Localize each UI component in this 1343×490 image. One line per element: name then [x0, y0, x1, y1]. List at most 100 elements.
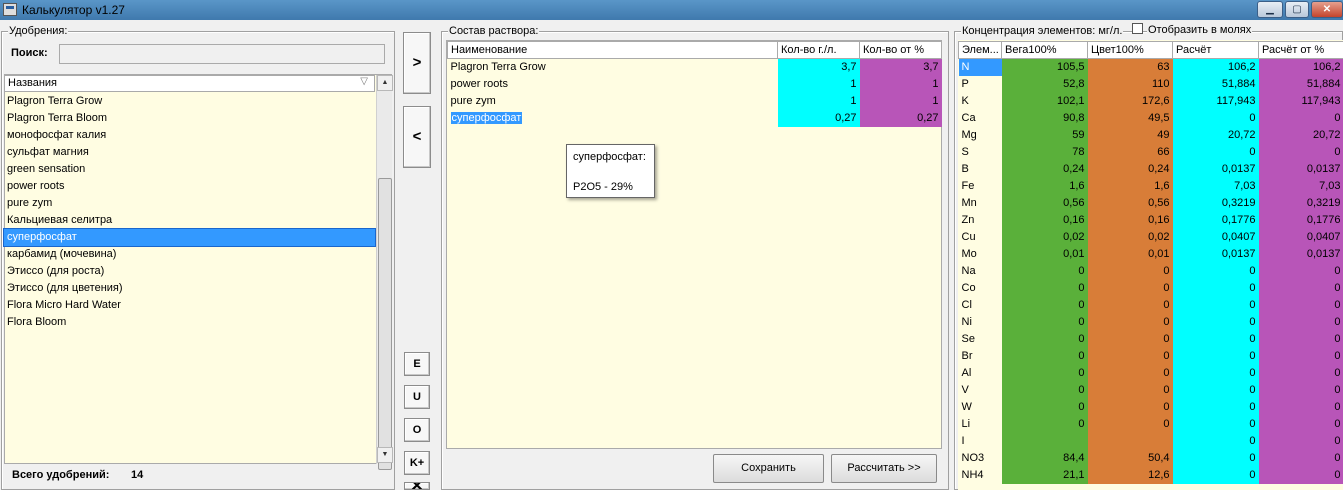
conc-calc-cell[interactable]: 0: [1172, 432, 1259, 450]
conc-vega-cell[interactable]: 0: [1001, 398, 1088, 416]
table-row[interactable]: V0000: [959, 381, 1343, 399]
conc-vega-cell[interactable]: 105,5: [1001, 58, 1088, 76]
search-input[interactable]: [59, 44, 385, 64]
conc-vega-cell[interactable]: 0: [1001, 313, 1088, 331]
conc-element-cell[interactable]: Mn: [959, 195, 1002, 212]
table-row[interactable]: Al 0 0 0 0: [959, 364, 1343, 382]
conc-element-cell[interactable]: Br: [959, 348, 1002, 365]
conc-vega-cell[interactable]: 59: [1001, 126, 1088, 144]
conc-tsvet-cell[interactable]: 0: [1087, 262, 1173, 280]
conc-calc-cell[interactable]: 0: [1172, 313, 1259, 331]
conc-calc-cell[interactable]: 0: [1172, 296, 1259, 314]
conc-element-cell[interactable]: P: [959, 76, 1002, 93]
conc-tsvet-cell[interactable]: 49,5: [1087, 109, 1173, 127]
conc-vega-cell[interactable]: 78: [1001, 143, 1088, 161]
conc-calc-pct-cell[interactable]: 117,943: [1258, 92, 1343, 110]
conc-vega-cell[interactable]: 21,1: [1001, 466, 1088, 484]
conc-element-cell[interactable]: Li: [959, 416, 1002, 433]
table-row[interactable]: N 105,5 63 106,2 106,2: [958, 58, 1343, 76]
scroll-down-icon[interactable]: ▼: [377, 447, 393, 463]
list-item[interactable]: green sensation: [4, 161, 375, 178]
conc-vega-cell[interactable]: 0,16: [1001, 211, 1088, 229]
remove-from-solution-button[interactable]: <: [403, 106, 431, 168]
o-button[interactable]: O: [404, 418, 430, 442]
conc-tsvet-cell[interactable]: 66: [1087, 143, 1173, 161]
conc-element-cell[interactable]: Ca: [959, 110, 1002, 127]
conc-calc-pct-cell[interactable]: 0,1776: [1258, 211, 1343, 229]
table-row[interactable]: NH4 21,1 12,6 0 0: [959, 466, 1343, 484]
solution-name-cell[interactable]: Plagron Terra Grow: [448, 59, 778, 76]
moles-checkbox[interactable]: [1132, 23, 1143, 34]
table-row[interactable]: B 0,24 0,24 0,0137 0,0137: [959, 160, 1343, 178]
fertilizer-list-scrollbar[interactable]: ▲ ▼: [376, 75, 393, 470]
table-row[interactable]: Cl 0 0 0 0: [959, 296, 1343, 314]
table-row[interactable]: Mn 0,56 0,56 0,3219 0,3219: [959, 194, 1343, 212]
conc-calc-pct-cell[interactable]: 7,03: [1258, 177, 1343, 195]
conc-calc-cell[interactable]: 0,1776: [1172, 211, 1259, 229]
scroll-thumb[interactable]: [378, 178, 392, 470]
conc-calc-cell[interactable]: 117,943: [1172, 92, 1259, 110]
conc-tsvet-cell[interactable]: 0,24: [1087, 160, 1173, 178]
conc-element-cell[interactable]: K: [959, 93, 1002, 110]
conc-vega-cell[interactable]: 0,01: [1001, 245, 1088, 263]
conc-element-cell[interactable]: V: [959, 382, 1002, 399]
conc-vega-cell[interactable]: 0: [1001, 415, 1088, 433]
conc-calc-pct-cell[interactable]: 0: [1258, 296, 1343, 314]
table-row[interactable]: Cu 0,02 0,02 0,0407 0,0407: [959, 228, 1343, 246]
list-header[interactable]: Названия ▽: [4, 75, 375, 92]
conc-element-cell[interactable]: Co: [959, 280, 1002, 297]
conc-calc-cell[interactable]: 51,884: [1172, 75, 1259, 93]
conc-vega-cell[interactable]: 0: [1001, 364, 1088, 382]
table-row[interactable]: I 00: [959, 432, 1343, 450]
conc-element-cell[interactable]: Mo: [959, 246, 1002, 263]
solution-qty-cell[interactable]: 1: [777, 75, 860, 93]
table-row[interactable]: Mg 59 49 20,72 20,72: [959, 126, 1343, 144]
conc-calc-cell[interactable]: 20,72: [1172, 126, 1259, 144]
minimize-button[interactable]: ▁: [1257, 1, 1283, 18]
conc-header-calc[interactable]: Расчёт: [1172, 41, 1259, 59]
conc-element-cell[interactable]: Zn: [959, 212, 1002, 229]
conc-calc-pct-cell[interactable]: 0: [1258, 398, 1343, 416]
list-item[interactable]: сульфат магния: [4, 144, 375, 161]
conc-vega-cell[interactable]: 0: [1001, 330, 1088, 348]
table-row[interactable]: power roots 1 1: [448, 75, 942, 93]
conc-tsvet-cell[interactable]: 50,4: [1087, 449, 1173, 467]
table-row[interactable]: NO3 84,4 50,4 0 0: [959, 449, 1343, 467]
close-button[interactable]: ✕: [1311, 1, 1343, 18]
table-row[interactable]: pure zym 1 1: [448, 92, 942, 110]
table-row[interactable]: Zn 0,16 0,16 0,1776 0,1776: [959, 211, 1343, 229]
conc-vega-cell[interactable]: 0,02: [1001, 228, 1088, 246]
conc-element-cell[interactable]: B: [959, 161, 1002, 178]
conc-vega-cell[interactable]: 84,4: [1001, 449, 1088, 467]
conc-tsvet-cell[interactable]: 0: [1087, 381, 1173, 399]
conc-vega-cell[interactable]: [1001, 432, 1088, 450]
table-row[interactable]: Ni 0 0 0 0: [959, 313, 1343, 331]
solution-qty-cell[interactable]: 3,7: [777, 58, 860, 76]
conc-tsvet-cell[interactable]: 0,16: [1087, 211, 1173, 229]
conc-vega-cell[interactable]: 0: [1001, 279, 1088, 297]
conc-tsvet-cell[interactable]: 0: [1087, 415, 1173, 433]
conc-calc-pct-cell[interactable]: 0,3219: [1258, 194, 1343, 212]
list-item[interactable]: Этиссо (для цветения): [4, 280, 375, 297]
conc-calc-cell[interactable]: 0,3219: [1172, 194, 1259, 212]
conc-tsvet-cell[interactable]: 0,01: [1087, 245, 1173, 263]
conc-calc-pct-cell[interactable]: 51,884: [1258, 75, 1343, 93]
solution-pct-cell[interactable]: 1: [859, 75, 942, 93]
k-plus-button[interactable]: K+: [404, 451, 430, 475]
conc-calc-cell[interactable]: 0: [1172, 449, 1259, 467]
table-row[interactable]: P 52,8 110 51,884 51,884: [959, 75, 1343, 93]
conc-element-cell[interactable]: Ni: [959, 314, 1002, 331]
conc-element-cell[interactable]: W: [959, 399, 1002, 416]
conc-vega-cell[interactable]: 1,6: [1001, 177, 1088, 195]
solution-header-pct[interactable]: Кол-во от %: [859, 41, 942, 59]
e-button[interactable]: E: [404, 352, 430, 376]
conc-calc-cell[interactable]: 0,0137: [1172, 245, 1259, 263]
conc-calc-cell[interactable]: 0: [1172, 415, 1259, 433]
table-row[interactable]: Ca 90,8 49,5 0 0: [959, 109, 1343, 127]
conc-vega-cell[interactable]: 102,1: [1001, 92, 1088, 110]
table-row[interactable]: K 102,1 172,6 117,943 117,943: [959, 92, 1343, 110]
conc-calc-pct-cell[interactable]: 0: [1258, 347, 1343, 365]
solution-name-cell[interactable]: pure zym: [448, 93, 778, 110]
conc-tsvet-cell[interactable]: 110: [1087, 75, 1173, 93]
conc-calc-cell[interactable]: 0: [1172, 279, 1259, 297]
